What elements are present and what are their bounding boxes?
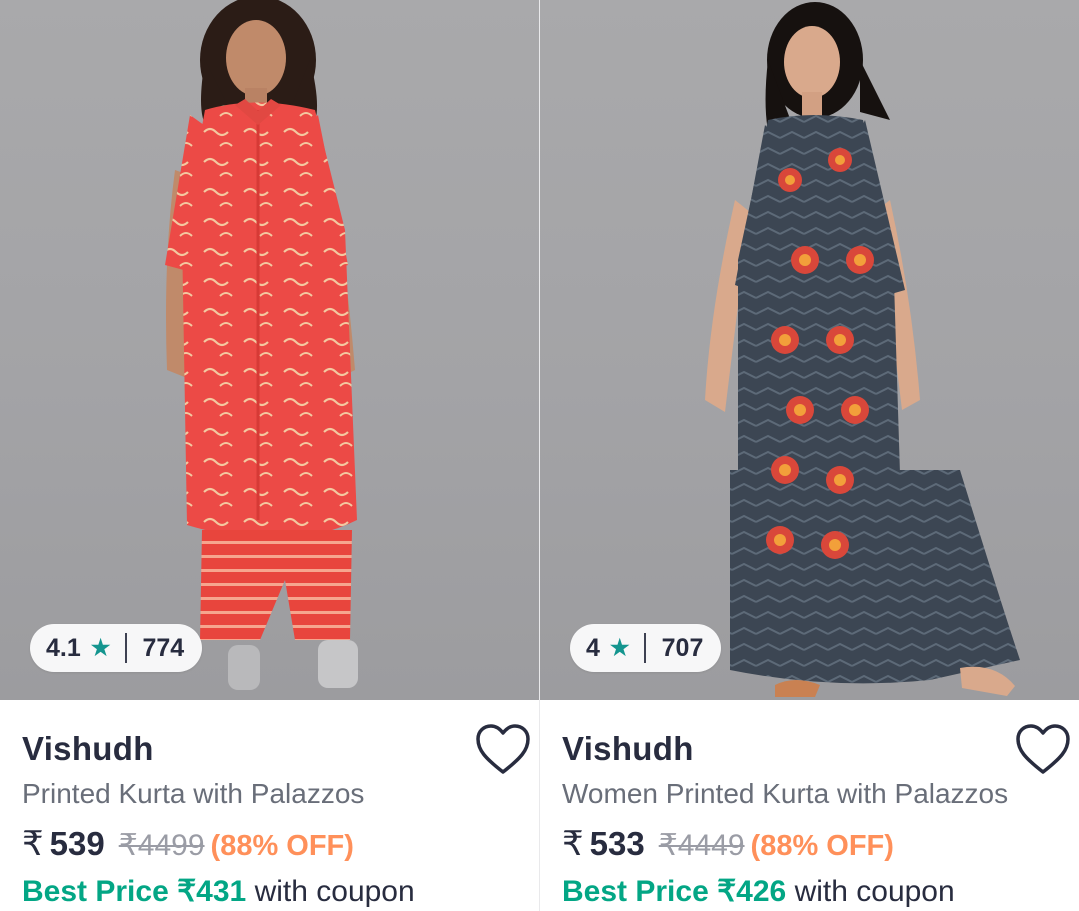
best-price-label: Best Price ₹426 bbox=[562, 875, 787, 908]
rating-count: 774 bbox=[142, 633, 185, 662]
mrp-price: ₹4499 bbox=[118, 829, 205, 862]
price-row: ₹ 539 ₹4499 (88% OFF) bbox=[22, 824, 354, 864]
currency-symbol: ₹ bbox=[562, 825, 584, 863]
product-info[interactable]: Vishudh Printed Kurta with Palazzos ₹ 53… bbox=[0, 700, 539, 911]
discount-label: (88% OFF) bbox=[750, 830, 894, 862]
product-image[interactable]: 4 ★ 707 bbox=[540, 0, 1079, 700]
product-title: Printed Kurta with Palazzos bbox=[22, 778, 365, 809]
product-card[interactable]: 4 ★ 707 Vishudh Women Printed Kurta with… bbox=[539, 0, 1079, 911]
product-title: Women Printed Kurta with Palazzos bbox=[562, 778, 1009, 809]
star-icon: ★ bbox=[609, 635, 630, 660]
product-photo-illustration bbox=[165, 0, 358, 690]
product-image[interactable]: 4.1 ★ 774 bbox=[0, 0, 539, 700]
product-brand: Vishudh bbox=[22, 730, 154, 767]
rating-divider bbox=[124, 633, 127, 663]
best-price-row: Best Price ₹431 with coupon bbox=[22, 874, 415, 909]
heart-outline-icon[interactable] bbox=[475, 724, 531, 776]
mrp-price: ₹4449 bbox=[658, 829, 745, 862]
discount-label: (88% OFF) bbox=[210, 830, 354, 862]
product-grid: 4.1 ★ 774 Vishudh Printed Kurta with Pal… bbox=[0, 0, 1079, 911]
rating-divider bbox=[643, 633, 646, 663]
rating-count: 707 bbox=[661, 633, 704, 662]
selling-price: 539 bbox=[49, 825, 105, 862]
price-row: ₹ 533 ₹4449 (88% OFF) bbox=[562, 824, 894, 864]
best-price-row: Best Price ₹426 with coupon bbox=[562, 874, 955, 909]
product-card[interactable]: 4.1 ★ 774 Vishudh Printed Kurta with Pal… bbox=[0, 0, 539, 911]
coupon-text: with coupon bbox=[786, 875, 955, 908]
best-price-label: Best Price ₹431 bbox=[22, 875, 247, 908]
star-icon: ★ bbox=[90, 635, 111, 660]
product-photo-illustration bbox=[705, 2, 1020, 697]
rating-value: 4 bbox=[586, 633, 600, 662]
product-info[interactable]: Vishudh Women Printed Kurta with Palazzo… bbox=[540, 700, 1079, 911]
product-brand: Vishudh bbox=[562, 730, 694, 767]
rating-value: 4.1 bbox=[46, 633, 81, 662]
heart-outline-icon[interactable] bbox=[1015, 724, 1071, 776]
rating-badge: 4.1 ★ 774 bbox=[30, 624, 203, 672]
currency-symbol: ₹ bbox=[22, 825, 44, 863]
selling-price: 533 bbox=[589, 825, 645, 862]
coupon-text: with coupon bbox=[246, 875, 415, 908]
rating-badge: 4 ★ 707 bbox=[570, 624, 722, 672]
